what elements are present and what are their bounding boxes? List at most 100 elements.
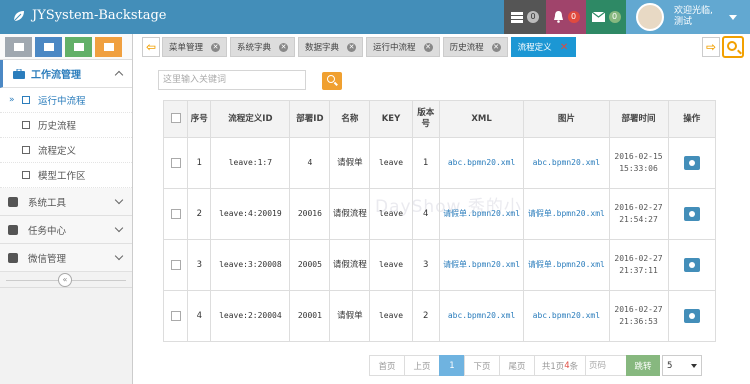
cell-deploy-id: 20016	[289, 188, 331, 240]
cell-deploy-id: 20005	[289, 239, 331, 291]
tasks-button[interactable]: 0	[504, 0, 546, 34]
avatar	[636, 3, 664, 31]
tab-menu-manage[interactable]: 菜单管理 ✕	[162, 37, 228, 57]
wrench-icon	[8, 196, 18, 207]
tab-system-dict[interactable]: 系统字典 ✕	[230, 37, 296, 57]
cell-def-id: leave:3:20008	[210, 239, 291, 291]
sidebar-item-wechat[interactable]: 微信管理	[0, 244, 132, 272]
image-link[interactable]: abc.bpmn20.xml	[523, 290, 610, 342]
shortcut-user-button[interactable]	[65, 37, 92, 57]
tab-label: 数据字典	[305, 43, 340, 53]
tab-data-dict[interactable]: 数据字典 ✕	[298, 37, 364, 57]
briefcase-icon	[13, 68, 25, 79]
tab-bar: ⇦ 菜单管理 ✕ 系统字典 ✕ 数据字典 ✕ 运行中流程 ✕ 历史流程 ✕ 流程定义 ✕ ⇨	[140, 37, 750, 57]
row-checkbox[interactable]	[170, 208, 181, 219]
gear-icon[interactable]	[683, 258, 700, 272]
sidebar-item-task-center[interactable]: 任务中心	[0, 216, 132, 244]
sidebar-item-label: 工作流管理	[31, 70, 81, 81]
tab-running-process[interactable]: 运行中流程 ✕	[366, 37, 440, 57]
cell-version: 2	[411, 290, 440, 342]
image-link[interactable]: abc.bpmn20.xml	[523, 137, 610, 189]
gear-icon[interactable]	[683, 207, 700, 221]
gear-icon[interactable]	[683, 309, 700, 323]
image-link[interactable]: 请假单.bpmn20.xml	[523, 239, 610, 291]
shortcut-grid-button[interactable]	[35, 37, 62, 57]
notifications-button[interactable]: 0	[546, 0, 586, 34]
chevron-up-icon	[114, 70, 124, 80]
sidebar-subitem-running[interactable]: » 运行中流程	[0, 88, 132, 113]
jump-button[interactable]: 跳转	[626, 355, 660, 376]
keyword-search-button[interactable]	[322, 72, 342, 90]
column-header: XML	[438, 100, 525, 138]
select-all-checkbox[interactable]	[170, 113, 181, 124]
bell-icon	[553, 11, 563, 23]
tab-scroll-left-button[interactable]: ⇦	[142, 37, 160, 57]
cell-deploy-time: 2016-02-27 21:36:53	[608, 290, 669, 342]
messages-button[interactable]: 0	[586, 0, 626, 34]
cell-no: 3	[187, 239, 212, 291]
cell-key: leave	[369, 137, 413, 189]
row-checkbox[interactable]	[170, 157, 181, 168]
xml-link[interactable]: abc.bpmn20.xml	[438, 290, 525, 342]
sidebar-subitem-definition[interactable]: 流程定义	[0, 138, 132, 163]
tab-label: 系统字典	[237, 43, 272, 53]
row-checkbox[interactable]	[170, 310, 181, 321]
close-icon[interactable]: ✕	[279, 42, 289, 52]
page-size-select[interactable]: 5	[662, 355, 702, 376]
app-title: JYSystem-Backstage	[32, 8, 167, 23]
close-icon[interactable]: ✕	[491, 42, 501, 52]
cell-actions	[667, 239, 716, 291]
cell-key: leave	[369, 188, 413, 240]
close-icon[interactable]: ✕	[560, 42, 569, 52]
current-page[interactable]: 1	[439, 355, 465, 376]
tab-history-process[interactable]: 历史流程 ✕	[442, 37, 508, 57]
sidebar-subitem-history[interactable]: 历史流程	[0, 113, 132, 138]
double-chevron-left-icon[interactable]: «	[58, 273, 72, 287]
shortcut-store-button[interactable]	[95, 37, 122, 57]
xml-link[interactable]: 请假单.bpmn20.xml	[438, 188, 525, 240]
chevron-down-icon	[114, 251, 124, 261]
store-icon	[103, 43, 114, 51]
tab-process-definition[interactable]: 流程定义 ✕	[510, 37, 576, 57]
definition-icon	[22, 146, 30, 154]
page-total-suffix: 条	[569, 361, 579, 372]
keyword-search-input[interactable]	[158, 70, 306, 90]
last-page-button[interactable]: 尾页	[499, 355, 535, 376]
sidebar-subitem-label: 运行中流程	[38, 96, 86, 107]
xml-link[interactable]: abc.bpmn20.xml	[438, 137, 525, 189]
shortcut-monitor-button[interactable]	[5, 37, 32, 57]
cell-key: leave	[369, 290, 413, 342]
image-link[interactable]: 请假单.bpmn20.xml	[523, 188, 610, 240]
close-icon[interactable]: ✕	[211, 42, 221, 52]
column-header: 部署时间	[608, 100, 669, 138]
sidebar-subitem-model[interactable]: 模型工作区	[0, 163, 132, 188]
user-menu[interactable]: 欢迎光临, 测试	[626, 0, 750, 34]
table-row: 4 leave:2:20004 20001 请假单 leave 2 abc.bp…	[162, 290, 716, 342]
close-icon[interactable]: ✕	[423, 42, 433, 52]
next-page-button[interactable]: 下页	[464, 355, 500, 376]
close-icon[interactable]: ✕	[347, 42, 357, 52]
caret-down-icon	[728, 14, 737, 20]
cell-actions	[667, 137, 716, 189]
first-page-button[interactable]: 首页	[369, 355, 405, 376]
gear-icon[interactable]	[683, 156, 700, 170]
sidebar-item-label: 微信管理	[28, 253, 67, 265]
brand[interactable]: JYSystem-Backstage	[12, 8, 166, 23]
tab-scroll-right-button[interactable]: ⇨	[702, 37, 720, 57]
prev-page-button[interactable]: 上页	[404, 355, 440, 376]
arrow-left-icon: ⇦	[145, 40, 157, 54]
global-search-button[interactable]	[722, 36, 744, 58]
sidebar-item-workflow[interactable]: 工作流管理	[0, 60, 132, 88]
chevron-down-icon	[114, 195, 124, 205]
xml-link[interactable]: 请假单.bpmn20.xml	[438, 239, 525, 291]
row-checkbox[interactable]	[170, 259, 181, 270]
leaf-icon	[13, 10, 24, 21]
cell-no: 2	[187, 188, 212, 240]
tasks-icon	[511, 11, 523, 23]
row-select-cell	[162, 137, 189, 189]
row-select-cell	[162, 188, 189, 240]
sidebar-item-system-tools[interactable]: 系统工具	[0, 188, 132, 216]
page-number-input[interactable]	[585, 355, 627, 376]
running-process-icon	[22, 96, 30, 104]
search-icon-handle	[737, 49, 742, 55]
